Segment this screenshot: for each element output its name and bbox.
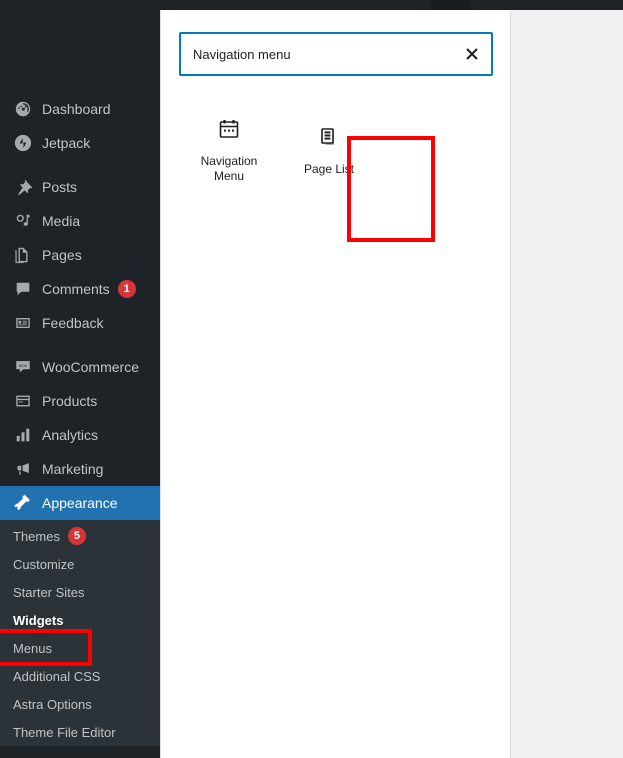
sidebar-item-products[interactable]: Products — [0, 384, 160, 418]
admin-bar — [160, 0, 623, 16]
wordpress-admin-screen: Dashboard Jetpack Posts Media Pages Comm… — [0, 0, 623, 758]
sidebar-item-pages[interactable]: Pages — [0, 238, 160, 272]
sidebar-separator — [0, 160, 160, 170]
appearance-submenu: Themes 5 Customize Starter Sites Widgets… — [0, 520, 160, 746]
submenu-item-starter-sites[interactable]: Starter Sites — [0, 578, 160, 606]
submenu-item-label: Astra Options — [13, 696, 92, 712]
submenu-item-additional-css[interactable]: Additional CSS — [0, 662, 160, 690]
woocommerce-icon: woo — [13, 357, 33, 377]
submenu-item-label: Widgets — [13, 612, 64, 628]
close-icon — [466, 48, 478, 60]
search-row — [179, 32, 493, 76]
clear-search-button[interactable] — [459, 41, 485, 67]
sidebar-top-spacer — [0, 0, 160, 92]
sidebar-item-label: Products — [42, 393, 98, 409]
sidebar-item-label: Comments — [42, 281, 110, 297]
submenu-item-label: Theme File Editor — [13, 724, 116, 740]
admin-sidebar: Dashboard Jetpack Posts Media Pages Comm… — [0, 0, 168, 758]
feedback-icon — [13, 313, 33, 333]
submenu-item-label: Menus — [13, 640, 53, 656]
submenu-item-themes[interactable]: Themes 5 — [0, 522, 160, 550]
search-input[interactable] — [181, 34, 491, 74]
comment-icon — [13, 279, 33, 299]
block-item-navigation-menu[interactable]: Navigation Menu — [179, 100, 279, 196]
jetpack-icon — [13, 133, 33, 153]
block-inserter-inner: Navigation Menu Page List — [161, 10, 510, 196]
navigation-menu-icon — [217, 112, 241, 146]
submenu-item-widgets[interactable]: Widgets — [0, 606, 160, 634]
submenu-item-customize[interactable]: Customize — [0, 550, 160, 578]
marketing-icon — [13, 459, 33, 479]
block-item-label: Navigation Menu — [200, 154, 258, 183]
sidebar-item-label: Marketing — [42, 461, 104, 477]
block-item-page-list[interactable]: Page List — [279, 100, 379, 196]
sidebar-item-analytics[interactable]: Analytics — [0, 418, 160, 452]
page-list-icon — [317, 120, 341, 154]
sidebar-item-comments[interactable]: Comments 1 — [0, 272, 160, 306]
submenu-item-label: Additional CSS — [13, 668, 101, 684]
analytics-icon — [13, 425, 33, 445]
sidebar-item-label: Feedback — [42, 315, 104, 331]
comments-count-badge: 1 — [117, 280, 136, 298]
svg-text:woo: woo — [19, 363, 28, 368]
block-item-label: Page List — [303, 161, 355, 176]
search-box[interactable] — [179, 32, 493, 76]
media-icon — [13, 211, 33, 231]
sidebar-item-label: Analytics — [42, 427, 99, 443]
sidebar-item-label: Posts — [42, 179, 78, 195]
appearance-icon — [13, 493, 33, 513]
sidebar-item-label: Pages — [42, 247, 82, 263]
inspector-panel — [510, 10, 623, 758]
sidebar-item-label: Dashboard — [42, 101, 111, 117]
sidebar-item-posts[interactable]: Posts — [0, 170, 160, 204]
sidebar-item-dashboard[interactable]: Dashboard — [0, 92, 160, 126]
sidebar-item-label: Appearance — [42, 495, 118, 511]
sidebar-item-feedback[interactable]: Feedback — [0, 306, 160, 340]
pin-icon — [13, 177, 33, 197]
sidebar-item-jetpack[interactable]: Jetpack — [0, 126, 160, 160]
block-results-grid: Navigation Menu Page List — [179, 100, 492, 196]
submenu-item-astra-options[interactable]: Astra Options — [0, 690, 160, 718]
sidebar-item-marketing[interactable]: Marketing — [0, 452, 160, 486]
sidebar-separator — [0, 340, 160, 350]
sidebar-item-label: WooCommerce — [42, 359, 139, 375]
pages-icon — [13, 245, 33, 265]
submenu-item-theme-file-editor[interactable]: Theme File Editor — [0, 718, 160, 746]
themes-count-badge: 5 — [67, 527, 86, 545]
submenu-item-label: Themes — [13, 528, 60, 544]
sidebar-item-appearance[interactable]: Appearance — [0, 486, 168, 520]
dashboard-icon — [13, 99, 33, 119]
sidebar-item-label: Media — [42, 213, 81, 229]
products-icon — [13, 391, 33, 411]
submenu-item-label: Starter Sites — [13, 584, 85, 600]
sidebar-item-woocommerce[interactable]: woo WooCommerce — [0, 350, 160, 384]
sidebar-item-label: Jetpack — [42, 135, 91, 151]
sidebar-item-media[interactable]: Media — [0, 204, 160, 238]
submenu-item-label: Customize — [13, 556, 75, 572]
submenu-item-menus[interactable]: Menus — [0, 634, 160, 662]
block-inserter-panel: Navigation Menu Page List — [160, 10, 510, 758]
